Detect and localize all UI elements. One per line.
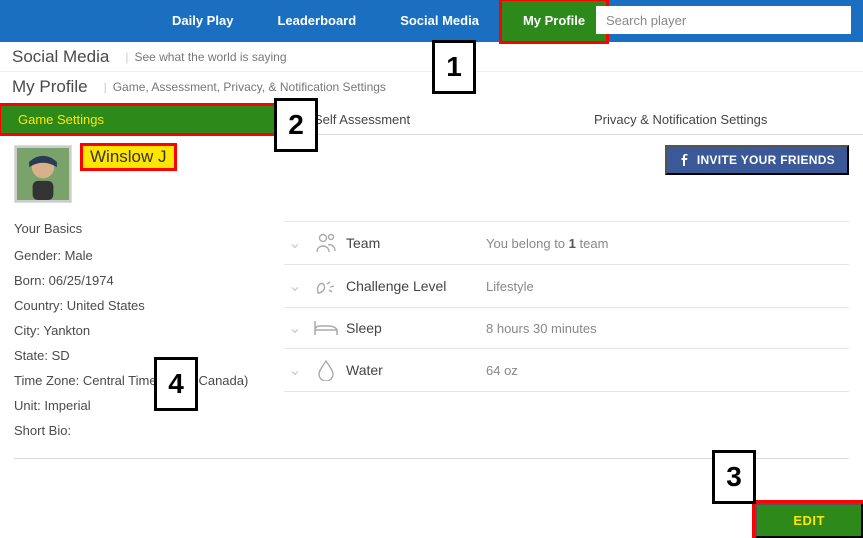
- top-nav: Daily Play Leaderboard Social Media My P…: [0, 0, 863, 42]
- water-label: Water: [346, 362, 486, 378]
- team-icon: [306, 232, 346, 254]
- social-title: Social Media: [12, 47, 109, 67]
- invite-friends-button[interactable]: INVITE YOUR FRIENDS: [665, 145, 849, 175]
- chevron-down-icon: ⌄: [284, 318, 306, 338]
- profile-sub: Game, Assessment, Privacy, & Notificatio…: [113, 80, 386, 94]
- nav-leaderboard[interactable]: Leaderboard: [255, 0, 378, 42]
- divider: |: [104, 80, 107, 94]
- annotation-callout-1: 1: [432, 40, 476, 94]
- annotation-callout-2: 2: [274, 98, 318, 152]
- team-value: You belong to 1 team: [486, 236, 849, 251]
- sleep-icon: [306, 318, 346, 338]
- settings-tabs: Game Settings Self Assessment Privacy & …: [0, 105, 863, 135]
- annotation-callout-4: 4: [154, 357, 198, 411]
- basic-timezone: Time Zone: Central Time (US & Canada): [14, 373, 284, 388]
- challenge-value: Lifestyle: [486, 279, 849, 294]
- content-area: INVITE YOUR FRIENDS Winslow J 4 Your Bas…: [0, 135, 863, 459]
- chevron-down-icon: ⌄: [284, 276, 306, 296]
- sleep-value: 8 hours 30 minutes: [486, 321, 849, 336]
- social-sub: See what the world is saying: [134, 50, 286, 64]
- water-icon: [306, 359, 346, 381]
- basic-bio: Short Bio:: [14, 423, 284, 438]
- profile-title: My Profile: [12, 77, 88, 97]
- challenge-label: Challenge Level: [346, 278, 486, 294]
- challenge-icon: [306, 275, 346, 297]
- search-wrap: [596, 6, 851, 34]
- username: Winslow J: [82, 145, 175, 169]
- water-value: 64 oz: [486, 363, 849, 378]
- tab-self-assessment[interactable]: Self Assessment: [296, 105, 576, 134]
- basic-gender: Gender: Male: [14, 248, 284, 263]
- basic-state: State: SD: [14, 348, 284, 363]
- avatar-image: [17, 148, 69, 200]
- edit-button[interactable]: EDIT: [755, 503, 863, 538]
- chevron-down-icon: ⌄: [284, 360, 306, 380]
- nav-daily-play[interactable]: Daily Play: [150, 0, 255, 42]
- team-label: Team: [346, 235, 486, 251]
- columns: Your Basics Gender: Male Born: 06/25/197…: [14, 221, 849, 448]
- tab-privacy-notification[interactable]: Privacy & Notification Settings: [576, 105, 863, 134]
- basic-unit: Unit: Imperial: [14, 398, 284, 413]
- annotation-callout-3: 3: [712, 450, 756, 504]
- basics-title: Your Basics: [14, 221, 284, 236]
- info-column: ⌄ Team You belong to 1 team ⌄ Challenge …: [284, 221, 849, 448]
- info-row-sleep[interactable]: ⌄ Sleep 8 hours 30 minutes: [284, 308, 849, 349]
- basic-born: Born: 06/25/1974: [14, 273, 284, 288]
- info-row-water[interactable]: ⌄ Water 64 oz: [284, 349, 849, 392]
- facebook-icon: [679, 154, 691, 166]
- search-input[interactable]: [596, 6, 851, 34]
- nav-my-profile[interactable]: My Profile: [501, 0, 607, 42]
- info-row-team[interactable]: ⌄ Team You belong to 1 team: [284, 221, 849, 265]
- avatar: [14, 145, 72, 203]
- sleep-label: Sleep: [346, 320, 486, 336]
- basic-country: Country: United States: [14, 298, 284, 313]
- tab-game-settings[interactable]: Game Settings: [0, 105, 296, 134]
- invite-label: INVITE YOUR FRIENDS: [697, 153, 835, 167]
- divider: |: [125, 50, 128, 64]
- basic-city: City: Yankton: [14, 323, 284, 338]
- basics-column: Your Basics Gender: Male Born: 06/25/197…: [14, 221, 284, 448]
- nav-social-media[interactable]: Social Media: [378, 0, 501, 42]
- chevron-down-icon: ⌄: [284, 233, 306, 253]
- info-row-challenge[interactable]: ⌄ Challenge Level Lifestyle: [284, 265, 849, 308]
